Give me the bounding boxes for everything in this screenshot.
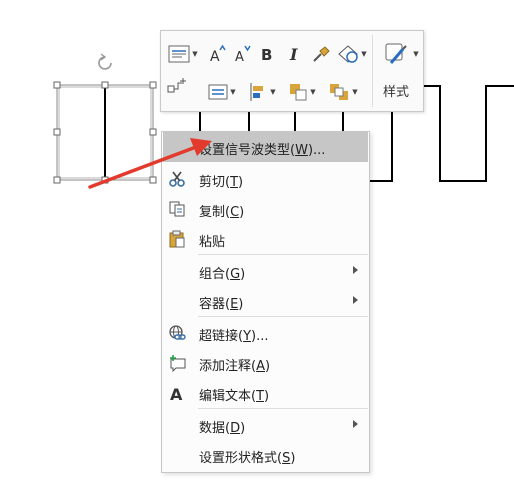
menu-item-0[interactable]: 设置信号波类型(W)... bbox=[163, 132, 368, 162]
menu-item-label: 超链接(Y)... bbox=[199, 329, 269, 344]
clipboard-icon bbox=[168, 230, 186, 248]
shape-style-button[interactable]: ▼ bbox=[335, 43, 369, 65]
menu-item-6[interactable]: 超链接(Y)... bbox=[163, 318, 368, 348]
increase-font-button[interactable]: A bbox=[207, 43, 227, 65]
menu-item-1[interactable]: 剪切(T) bbox=[163, 164, 368, 194]
chevron-down-icon: ▼ bbox=[270, 88, 276, 96]
menu-item-3[interactable]: 粘贴 bbox=[163, 224, 368, 254]
submenu-arrow-icon bbox=[353, 266, 358, 274]
format-painter-icon bbox=[313, 46, 330, 62]
copy-icon bbox=[168, 200, 186, 218]
italic-icon: I bbox=[289, 45, 298, 63]
send-backward-icon bbox=[330, 84, 349, 100]
styles-label[interactable]: 样式 bbox=[383, 81, 409, 100]
menu-item-10[interactable]: 设置形状格式(S) bbox=[163, 440, 368, 470]
scissors-icon bbox=[168, 170, 186, 188]
svg-text:B: B bbox=[261, 46, 272, 63]
bold-button[interactable]: B bbox=[258, 43, 276, 65]
selection-frame[interactable] bbox=[56, 84, 154, 181]
menu-item-label: 容器(E) bbox=[199, 297, 244, 312]
bring-forward-icon bbox=[290, 84, 307, 101]
decrease-font-icon: A bbox=[235, 45, 251, 64]
menu-item-5[interactable]: 容器(E) bbox=[163, 286, 368, 316]
menu-item-9[interactable]: 数据(D) bbox=[163, 410, 368, 440]
chevron-down-icon: ▼ bbox=[413, 50, 419, 58]
italic-button[interactable]: I bbox=[285, 43, 303, 65]
toolbar-divider bbox=[372, 35, 373, 107]
chevron-down-icon: ▼ bbox=[361, 50, 367, 58]
menu-item-label: 粘贴 bbox=[199, 235, 226, 250]
comment-icon bbox=[168, 354, 186, 372]
mini-toolbar: ▼ A A B I ▼ ▼ ▼ ▼ ▼ ▼ 样式 bbox=[160, 30, 424, 112]
menu-item-4[interactable]: 组合(G) bbox=[163, 256, 368, 286]
chevron-down-icon: ▼ bbox=[230, 88, 236, 96]
align-text-button[interactable]: ▼ bbox=[205, 81, 239, 103]
styles-brush-icon bbox=[385, 43, 408, 64]
hyperlink-icon bbox=[168, 324, 186, 342]
context-menu: 设置信号波类型(W)... 剪切(T) 复制(C) 粘贴组合(G) 容器(E) 超链接(Y… bbox=[161, 131, 370, 473]
menu-item-label: 剪切(T) bbox=[199, 175, 244, 190]
svg-text:A: A bbox=[170, 385, 183, 402]
chevron-down-icon: ▼ bbox=[192, 50, 198, 58]
menu-separator bbox=[198, 254, 368, 255]
align-shapes-button[interactable]: ▼ bbox=[245, 81, 279, 103]
align-text-icon bbox=[208, 84, 228, 100]
text-layout-button[interactable]: ▼ bbox=[165, 43, 201, 65]
increase-font-icon: A bbox=[210, 44, 226, 64]
svg-text:A: A bbox=[210, 49, 220, 64]
menu-item-label: 添加注释(A) bbox=[199, 359, 271, 374]
send-backward-button[interactable]: ▼ bbox=[325, 81, 361, 103]
text-layout-icon bbox=[168, 45, 190, 63]
menu-item-label: 组合(G) bbox=[199, 267, 246, 282]
bold-icon: B bbox=[261, 46, 272, 63]
decrease-font-button[interactable]: A bbox=[232, 43, 252, 65]
menu-item-label: 复制(C) bbox=[199, 205, 245, 220]
menu-item-8[interactable]: A 编辑文本(T) bbox=[163, 378, 368, 408]
bring-forward-button[interactable]: ▼ bbox=[285, 81, 319, 103]
menu-item-label: 数据(D) bbox=[199, 421, 246, 436]
svg-text:I: I bbox=[289, 45, 298, 63]
text-a-icon: A bbox=[168, 384, 186, 402]
shape-style-icon bbox=[338, 45, 359, 63]
chevron-down-icon: ▼ bbox=[352, 88, 358, 96]
connection-point-icon bbox=[167, 78, 186, 93]
submenu-arrow-icon bbox=[353, 420, 358, 428]
svg-text:A: A bbox=[235, 50, 244, 64]
menu-item-2[interactable]: 复制(C) bbox=[163, 194, 368, 224]
menu-separator bbox=[198, 316, 368, 317]
submenu-arrow-icon bbox=[353, 296, 358, 304]
chevron-down-icon: ▼ bbox=[310, 88, 316, 96]
align-shapes-icon bbox=[250, 83, 264, 101]
format-painter-button[interactable] bbox=[310, 43, 332, 65]
styles-gallery-button[interactable]: ▼ bbox=[383, 39, 419, 69]
menu-item-label: 编辑文本(T) bbox=[199, 389, 270, 404]
menu-item-label: 设置形状格式(S) bbox=[199, 451, 296, 466]
menu-separator bbox=[198, 408, 368, 409]
rotate-handle-icon[interactable] bbox=[98, 53, 112, 70]
connection-point-button[interactable] bbox=[165, 75, 189, 97]
menu-item-label: 设置信号波类型(W)... bbox=[199, 143, 326, 158]
menu-item-7[interactable]: 添加注释(A) bbox=[163, 348, 368, 378]
